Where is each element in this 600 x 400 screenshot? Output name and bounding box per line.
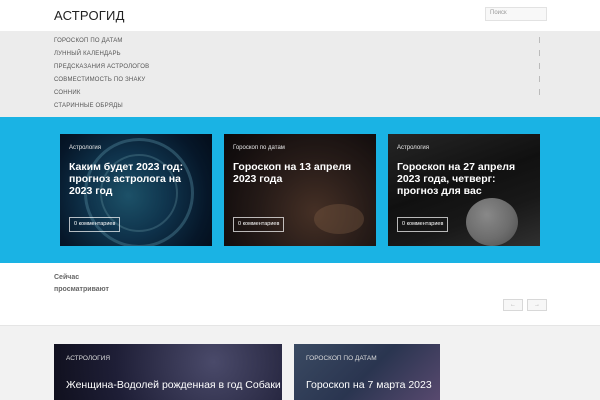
- post-card[interactable]: ГОРОСКОП ПО ДАТАМ Гороскоп на 7 марта 20…: [294, 344, 440, 400]
- now-viewing-section: Сейчас просматривают ← →: [0, 263, 600, 325]
- nav-item-label: ЛУННЫЙ КАЛЕНДАРЬ: [54, 51, 121, 57]
- post-card[interactable]: АСТРОЛОГИЯ Женщина-Водолей рожденная в г…: [54, 344, 282, 400]
- nav-item-lunar-calendar[interactable]: ЛУННЫЙ КАЛЕНДАРЬ: [54, 48, 540, 61]
- card-title[interactable]: Гороскоп на 27 апреля 2023 года, четверг…: [397, 161, 535, 197]
- nav-item-label: ПРЕДСКАЗАНИЯ АСТРОЛОГОВ: [54, 64, 150, 70]
- posts-section: АСТРОЛОГИЯ Женщина-Водолей рожденная в г…: [0, 325, 600, 400]
- card-title[interactable]: Гороскоп на 7 марта 2023: [306, 379, 432, 391]
- nav-item-label: СТАРИННЫЕ ОБРЯДЫ: [54, 103, 123, 109]
- next-arrow-icon[interactable]: →: [527, 299, 547, 311]
- featured-section: Астрология Каким будет 2023 год: прогноз…: [0, 117, 600, 263]
- card-title[interactable]: Каким будет 2023 год: прогноз астролога …: [69, 161, 207, 197]
- nav-item-compatibility[interactable]: СОВМЕСТИМОСТЬ ПО ЗНАКУ: [54, 74, 540, 87]
- featured-card[interactable]: Астрология Гороскоп на 27 апреля 2023 го…: [388, 134, 540, 246]
- card-title[interactable]: Женщина-Водолей рожденная в год Собаки: [66, 379, 281, 391]
- card-image: [54, 344, 282, 400]
- nav-divider: [539, 37, 540, 43]
- card-category[interactable]: АСТРОЛОГИЯ: [66, 355, 110, 362]
- nav-divider: [539, 89, 540, 95]
- nav-item-horoscope-by-dates[interactable]: ГОРОСКОП ПО ДАТАМ: [54, 35, 540, 48]
- nav-item-label: СОВМЕСТИМОСТЬ ПО ЗНАКУ: [54, 77, 146, 83]
- search-input[interactable]: Поиск: [485, 7, 547, 21]
- card-category[interactable]: Гороскоп по датам: [233, 145, 285, 151]
- featured-card[interactable]: Астрология Каким будет 2023 год: прогноз…: [60, 134, 212, 246]
- nav-item-ancient-rituals[interactable]: СТАРИННЫЕ ОБРЯДЫ: [54, 100, 540, 113]
- main-nav: ГОРОСКОП ПО ДАТАМ ЛУННЫЙ КАЛЕНДАРЬ ПРЕДС…: [0, 31, 600, 117]
- nav-item-label: ГОРОСКОП ПО ДАТАМ: [54, 38, 123, 44]
- nav-item-dream-book[interactable]: СОННИК: [54, 87, 540, 100]
- nav-divider: [539, 50, 540, 56]
- card-category[interactable]: Астрология: [69, 145, 101, 151]
- card-image: [294, 344, 440, 400]
- featured-card[interactable]: Гороскоп по датам Гороскоп на 13 апреля …: [224, 134, 376, 246]
- comments-button[interactable]: 0 комментариев: [69, 217, 121, 232]
- comments-button[interactable]: 0 комментариев: [233, 217, 285, 232]
- card-category[interactable]: ГОРОСКОП ПО ДАТАМ: [306, 355, 377, 362]
- card-title[interactable]: Гороскоп на 13 апреля 2023 года: [233, 161, 371, 185]
- nav-divider: [539, 63, 540, 69]
- prev-arrow-icon[interactable]: ←: [503, 299, 523, 311]
- site-title[interactable]: АСТРОГИД: [54, 8, 125, 23]
- page: АСТРОГИД Поиск ГОРОСКОП ПО ДАТАМ ЛУННЫЙ …: [0, 0, 600, 400]
- nav-divider: [539, 76, 540, 82]
- section-title: Сейчас просматривают: [54, 274, 109, 293]
- site-header: АСТРОГИД Поиск: [0, 0, 600, 31]
- comments-button[interactable]: 0 комментариев: [397, 217, 449, 232]
- card-category[interactable]: Астрология: [397, 145, 429, 151]
- nav-item-label: СОННИК: [54, 90, 81, 96]
- nav-item-astrologer-predictions[interactable]: ПРЕДСКАЗАНИЯ АСТРОЛОГОВ: [54, 61, 540, 74]
